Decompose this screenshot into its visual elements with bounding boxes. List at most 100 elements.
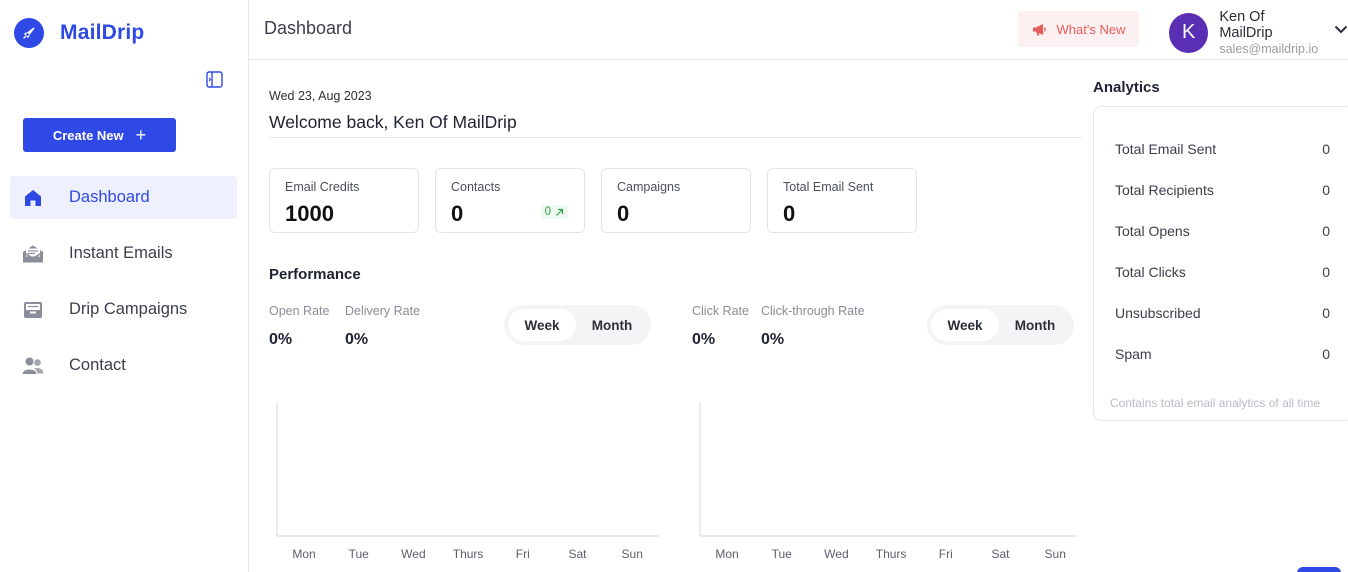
- create-new-button[interactable]: Create New +: [23, 118, 176, 152]
- analytics-value: 0: [1322, 305, 1330, 321]
- analytics-value: 0: [1322, 141, 1330, 157]
- analytics-row: Total Email Sent 0: [1115, 141, 1330, 157]
- app-name: MailDrip: [60, 21, 145, 44]
- inbox-tray-icon: [21, 298, 45, 322]
- analytics-row: Total Clicks 0: [1115, 264, 1330, 280]
- chat-widget-button[interactable]: [1297, 567, 1341, 572]
- x-tick-label: Tue: [772, 547, 793, 561]
- analytics-value: 0: [1322, 264, 1330, 280]
- users-icon: [21, 354, 45, 378]
- sidebar: MailDrip Create New + Dashboard Instant …: [0, 0, 249, 572]
- x-tick-label: Sun: [1045, 547, 1066, 561]
- analytics-value: 0: [1322, 182, 1330, 198]
- open-rate-value: 0%: [269, 331, 293, 348]
- click-through-rate-value: 0%: [761, 331, 785, 348]
- performance-chart-right: Mon Tue Wed Thurs Fri Sat Sun: [693, 400, 1088, 572]
- app-logo[interactable]: MailDrip: [14, 18, 144, 48]
- divider: [269, 137, 1082, 138]
- user-info: Ken Of MailDrip sales@maildrip.io: [1219, 9, 1320, 56]
- top-header: Dashboard What's New K Ken Of MailDrip s…: [249, 0, 1348, 60]
- x-tick-label: Thurs: [453, 547, 484, 561]
- sidebar-item-label: Dashboard: [69, 188, 150, 206]
- stat-label: Contacts: [451, 180, 501, 194]
- x-tick-label: Fri: [516, 547, 530, 561]
- stat-label: Email Credits: [285, 180, 360, 194]
- week-toggle-button[interactable]: Week: [508, 309, 576, 341]
- delivery-rate-value: 0%: [345, 331, 369, 348]
- analytics-card: Total Email Sent 0 Total Recipients 0 Tota…: [1093, 106, 1348, 421]
- click-rate-value: 0%: [692, 331, 716, 348]
- analytics-value: 0: [1322, 223, 1330, 239]
- sidebar-nav: Dashboard Instant Emails Drip Campaigns …: [10, 176, 237, 400]
- chart-left-svg: Mon Tue Wed Thurs Fri Sat Sun: [276, 402, 659, 561]
- analytics-label: Total Opens: [1115, 223, 1190, 239]
- analytics-value: 0: [1322, 346, 1330, 362]
- stat-label: Campaigns: [617, 180, 681, 194]
- sidebar-item-label: Contact: [69, 356, 126, 374]
- analytics-note: Contains total email analytics of all ti…: [1110, 396, 1321, 410]
- whats-new-button[interactable]: What's New: [1018, 11, 1139, 47]
- stat-card-email-credits: Email Credits 1000: [269, 168, 419, 233]
- click-rate-label: Click Rate: [692, 304, 749, 318]
- sidebar-item-label: Drip Campaigns: [69, 300, 188, 318]
- avatar: K: [1169, 12, 1209, 53]
- month-toggle-button[interactable]: Month: [1001, 309, 1069, 341]
- stat-card-contacts: Contacts 0 0: [435, 168, 585, 233]
- open-rate-label: Open Rate: [269, 304, 330, 318]
- rocket-icon: [14, 18, 44, 48]
- analytics-row: Unsubscribed 0: [1115, 305, 1330, 321]
- analytics-label: Total Clicks: [1115, 264, 1186, 280]
- delivery-rate-label: Delivery Rate: [345, 304, 421, 318]
- stat-value: 0: [783, 201, 796, 226]
- whats-new-label: What's New: [1056, 21, 1126, 37]
- stat-card-total-email-sent: Total Email Sent 0: [767, 168, 917, 233]
- user-email: sales@maildrip.io: [1219, 42, 1319, 56]
- x-tick-label: Thurs: [876, 547, 907, 561]
- analytics-label: Spam: [1115, 346, 1152, 362]
- analytics-label: Unsubscribed: [1115, 305, 1201, 321]
- current-date: Wed 23, Aug 2023: [269, 89, 372, 103]
- x-tick-label: Fri: [939, 547, 953, 561]
- analytics-label: Total Email Sent: [1115, 141, 1217, 157]
- mail-open-icon: [21, 242, 45, 266]
- sidebar-item-label: Instant Emails: [69, 244, 173, 262]
- x-tick-label: Sat: [991, 547, 1010, 561]
- arrow-up-right-icon: [555, 208, 564, 217]
- week-toggle-button[interactable]: Week: [931, 309, 999, 341]
- period-toggle-left: Week Month: [504, 305, 651, 345]
- trend-badge: 0: [540, 205, 568, 219]
- home-icon: [21, 186, 45, 210]
- user-menu[interactable]: K Ken Of MailDrip sales@maildrip.io: [1169, 9, 1348, 56]
- period-toggle-right: Week Month: [927, 305, 1074, 345]
- sidebar-item-drip-campaigns[interactable]: Drip Campaigns: [10, 288, 237, 331]
- megaphone-icon: [1032, 23, 1047, 36]
- x-tick-label: Mon: [292, 547, 315, 561]
- user-name: Ken Of MailDrip: [1219, 9, 1273, 41]
- month-toggle-button[interactable]: Month: [578, 309, 646, 341]
- page-title: Dashboard: [264, 18, 353, 38]
- stat-card-campaigns: Campaigns 0: [601, 168, 751, 233]
- plus-icon: +: [135, 125, 147, 145]
- x-tick-label: Mon: [715, 547, 738, 561]
- chevron-down-icon[interactable]: [1334, 21, 1348, 39]
- analytics-title: Analytics: [1093, 79, 1160, 96]
- sidebar-item-instant-emails[interactable]: Instant Emails: [10, 232, 237, 275]
- sidebar-collapse-icon[interactable]: [205, 70, 224, 89]
- trend-value: 0: [544, 206, 551, 218]
- performance-title: Performance: [269, 266, 361, 283]
- sidebar-item-contact[interactable]: Contact: [10, 344, 237, 387]
- click-through-rate-label: Click-through Rate: [761, 304, 865, 318]
- performance-chart-left: Mon Tue Wed Thurs Fri Sat Sun: [270, 400, 670, 572]
- analytics-row: Total Recipients 0: [1115, 182, 1330, 198]
- x-tick-label: Tue: [349, 547, 370, 561]
- analytics-row: Total Opens 0: [1115, 223, 1330, 239]
- x-tick-label: Wed: [824, 547, 848, 561]
- welcome-message: Welcome back, Ken Of MailDrip: [269, 112, 517, 132]
- stat-value: 1000: [285, 201, 334, 226]
- x-tick-label: Sat: [568, 547, 587, 561]
- sidebar-item-dashboard[interactable]: Dashboard: [10, 176, 237, 219]
- analytics-label: Total Recipients: [1115, 182, 1214, 198]
- chart-right-svg: Mon Tue Wed Thurs Fri Sat Sun: [699, 402, 1077, 561]
- stat-value: 0: [617, 201, 630, 226]
- x-tick-label: Sun: [622, 547, 643, 561]
